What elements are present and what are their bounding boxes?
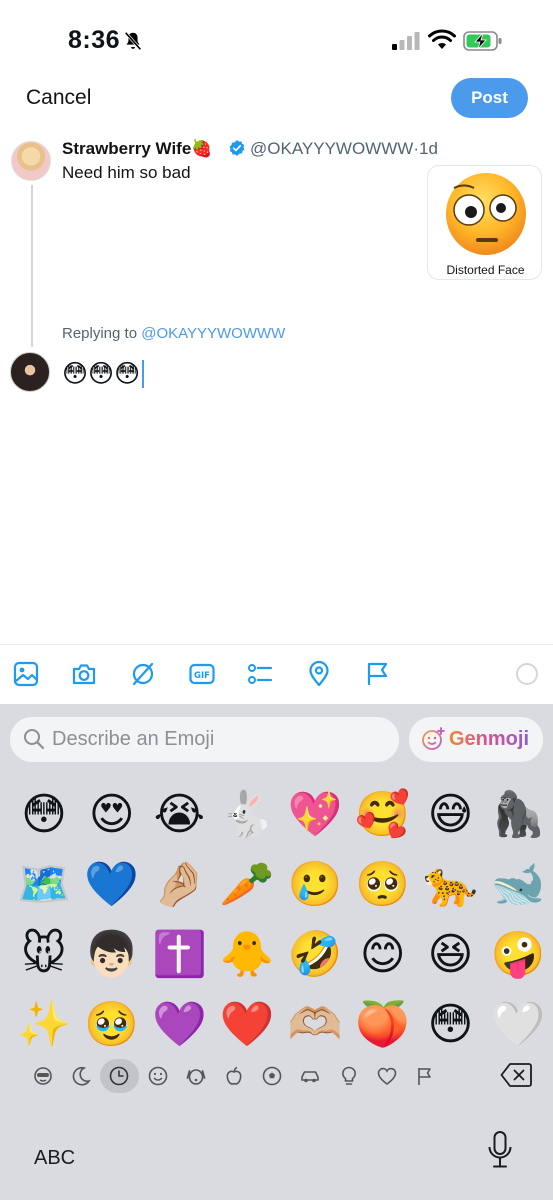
emoji-key[interactable]: 🤌🏼	[146, 850, 214, 920]
emoji-key[interactable]: 😅	[417, 780, 485, 850]
post-button[interactable]: Post	[451, 78, 528, 118]
text-caret	[142, 360, 145, 388]
emoji-key[interactable]: ✝️	[146, 920, 214, 990]
category-soccer-ball-icon[interactable]	[253, 1059, 291, 1093]
camera-icon[interactable]	[70, 660, 98, 688]
genmoji-button[interactable]: Genmoji	[409, 717, 543, 762]
search-placeholder: Describe an Emoji	[52, 728, 215, 750]
category-heart-icon[interactable]	[368, 1059, 406, 1093]
bell-slash-icon	[124, 31, 142, 51]
svg-text:GIF: GIF	[194, 671, 210, 681]
replying-prefix: Replying to	[62, 325, 138, 342]
cancel-button[interactable]: Cancel	[26, 86, 91, 110]
toolbar-divider	[0, 644, 553, 645]
quoted-handle-meta: @OKAYYYWOWWW·1d	[250, 139, 438, 159]
emoji-key[interactable]: 😳	[417, 990, 485, 1060]
quoted-author-name[interactable]: Strawberry Wife🍓	[62, 139, 212, 159]
thread-connector-line	[31, 185, 33, 347]
quoted-media-card[interactable]: Distorted Face	[427, 165, 542, 280]
genmoji-label: Genmoji	[449, 728, 530, 750]
delete-backspace-icon[interactable]	[500, 1062, 532, 1088]
category-sticker-moon-icon[interactable]	[62, 1059, 100, 1093]
flag-icon[interactable]	[364, 660, 392, 688]
character-count-ring	[516, 663, 538, 685]
quoted-tweet-text: Need him so bad	[62, 163, 191, 182]
emoji-key[interactable]: 🫶🏼	[281, 990, 349, 1060]
emoji-key[interactable]: 😆	[417, 920, 485, 990]
emoji-key[interactable]: 🤍	[484, 990, 552, 1060]
emoji-key[interactable]: 😍	[78, 780, 146, 850]
category-dog-icon[interactable]	[177, 1059, 215, 1093]
status-time: 8:36	[68, 26, 121, 54]
status-bar: 8:36	[0, 0, 553, 70]
category-car-icon[interactable]	[291, 1059, 329, 1093]
quoted-age: 1d	[419, 139, 438, 158]
emoji-category-bar	[24, 1059, 444, 1093]
genmoji-smiley-plus-icon	[422, 727, 445, 750]
emoji-keyboard: Describe an Emoji Genmoji 😳 😍 😭 🐇 💖 🥰 😅 …	[0, 704, 553, 1200]
category-smileys-people-mask-icon[interactable]	[24, 1059, 62, 1093]
emoji-key[interactable]: 🥹	[78, 990, 146, 1060]
reply-draft-text: 😳😳😳	[62, 360, 141, 388]
emoji-key[interactable]: ❤️	[213, 990, 281, 1060]
distorted-face-emoji-image	[446, 173, 526, 255]
quoted-author-avatar[interactable]	[11, 141, 51, 181]
emoji-key[interactable]: 🤣	[281, 920, 349, 990]
reply-input[interactable]: 😳😳😳	[62, 359, 145, 389]
verified-badge-icon	[229, 140, 245, 156]
emoji-key[interactable]: 🥰	[349, 780, 417, 850]
emoji-key[interactable]: 👦🏻	[78, 920, 146, 990]
emoji-key[interactable]: 😳	[10, 780, 78, 850]
emoji-key[interactable]: 🗺️	[10, 850, 78, 920]
image-icon[interactable]	[12, 660, 40, 688]
category-lightbulb-icon[interactable]	[330, 1059, 368, 1093]
location-icon[interactable]	[305, 660, 333, 688]
emoji-key[interactable]: 🥕	[213, 850, 281, 920]
category-flag-icon[interactable]	[406, 1059, 444, 1093]
cellular-signal-icon	[392, 32, 420, 50]
quoted-handle[interactable]: @OKAYYYWOWWW	[250, 139, 413, 158]
emoji-grid: 😳 😍 😭 🐇 💖 🥰 😅 🦍 🗺️ 💙 🤌🏼 🥕 🥲 🥺 🐆 🐋 🐭 👦🏻 ✝…	[10, 780, 550, 1060]
emoji-key[interactable]: 😊	[349, 920, 417, 990]
emoji-key[interactable]: 🍑	[349, 990, 417, 1060]
category-recent-clock-icon[interactable]	[100, 1059, 139, 1093]
emoji-key[interactable]: 🐆	[417, 850, 485, 920]
emoji-key[interactable]: 🦍	[484, 780, 552, 850]
emoji-key[interactable]: 🤪	[484, 920, 552, 990]
emoji-key[interactable]: 💖	[281, 780, 349, 850]
my-avatar[interactable]	[10, 352, 50, 392]
poll-icon[interactable]	[246, 660, 274, 688]
microphone-icon[interactable]	[486, 1130, 514, 1170]
emoji-search-input[interactable]: Describe an Emoji	[10, 717, 399, 762]
replying-handle-link[interactable]: @OKAYYYWOWWW	[141, 325, 285, 342]
emoji-key[interactable]: 🐇	[213, 780, 281, 850]
emoji-key[interactable]: 🥲	[281, 850, 349, 920]
wifi-icon	[428, 29, 456, 49]
media-caption: Distorted Face	[446, 263, 525, 277]
emoji-key[interactable]: 💜	[146, 990, 214, 1060]
emoji-key[interactable]: 😭	[146, 780, 214, 850]
emoji-key[interactable]: 🥺	[349, 850, 417, 920]
abc-keyboard-switch[interactable]: ABC	[34, 1147, 75, 1170]
emoji-key[interactable]: 💙	[78, 850, 146, 920]
emoji-key[interactable]: ✨	[10, 990, 78, 1060]
search-icon	[24, 729, 45, 750]
grok-icon[interactable]	[129, 660, 157, 688]
emoji-key[interactable]: 🐭	[10, 920, 78, 990]
emoji-key[interactable]: 🐋	[484, 850, 552, 920]
gif-icon[interactable]: GIF	[188, 660, 216, 688]
category-apple-icon[interactable]	[215, 1059, 253, 1093]
replying-to-line: Replying to @OKAYYYWOWWW	[62, 325, 285, 342]
battery-charging-icon	[463, 31, 502, 51]
emoji-key[interactable]: 🐥	[213, 920, 281, 990]
category-smiley-icon[interactable]	[139, 1059, 177, 1093]
